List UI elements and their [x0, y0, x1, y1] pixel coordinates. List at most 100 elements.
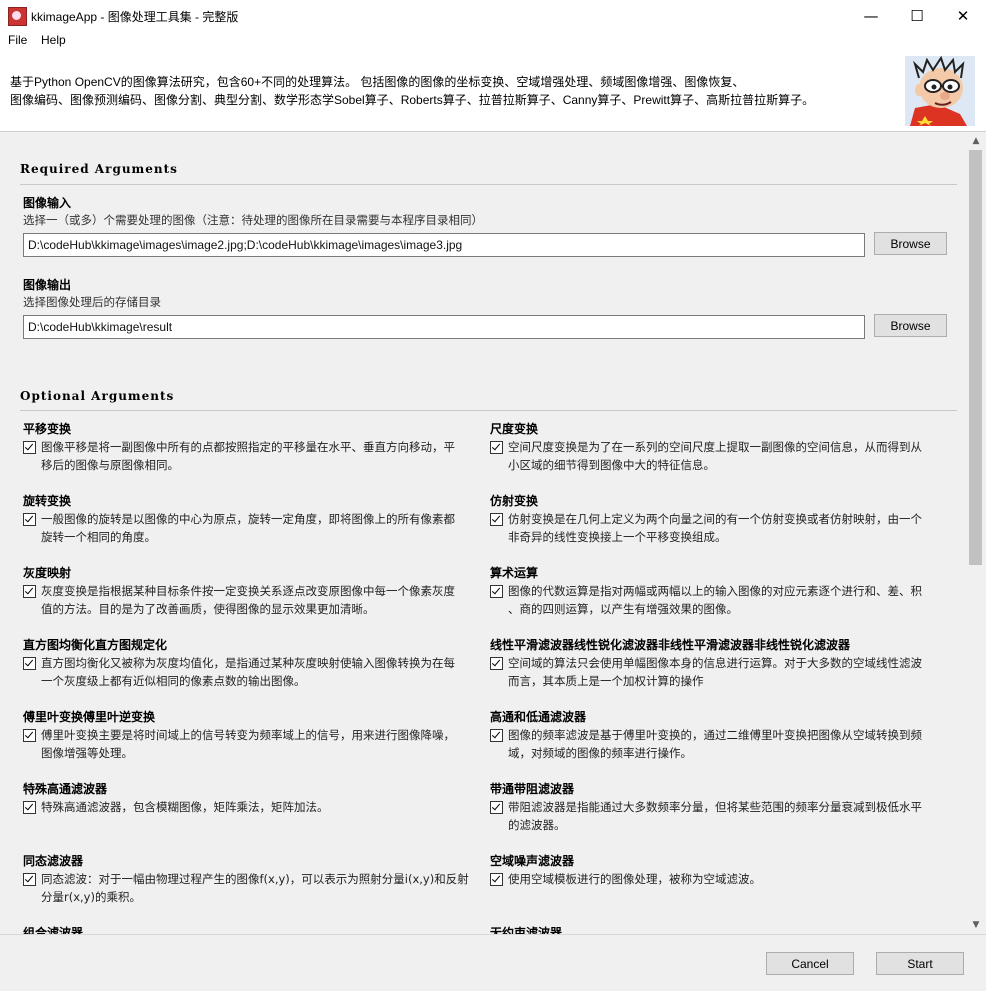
- option-desc-1: 空间域的算法只会使用单幅图像本身的信息进行运算。对于大多数的空域线性滤波: [508, 656, 922, 670]
- option-combined: 组合滤波器: [23, 924, 475, 934]
- option-title: 线性平滑滤波器线性锐化滤波器非线性平滑滤波器非线性锐化滤波器: [490, 638, 851, 652]
- option-title: 直方图均衡化直方图规定化: [23, 638, 168, 652]
- checkbox[interactable]: [23, 513, 36, 526]
- option-desc-1: 灰度变换是指根据某种目标条件按一定变换关系逐点改变原图像中每一个像素灰度: [41, 584, 455, 598]
- input-browse-button[interactable]: Browse: [874, 232, 947, 255]
- option-histogram: 直方图均衡化直方图规定化 直方图均衡化又被称为灰度均值化，是指通过某种灰度映射使…: [23, 636, 475, 690]
- menu-file[interactable]: File: [8, 33, 27, 47]
- title-bar: kkimageApp - 图像处理工具集 - 完整版 — ☐ ✕: [0, 0, 986, 31]
- option-arithmetic: 算术运算 图像的代数运算是指对两幅或两幅以上的输入图像的对应元素逐个进行和、差、…: [490, 564, 942, 618]
- checkbox[interactable]: [23, 801, 36, 814]
- option-desc-2: 、商的四则运算，以产生有增强效果的图像。: [508, 602, 738, 616]
- option-spatial-filters: 线性平滑滤波器线性锐化滤波器非线性平滑滤波器非线性锐化滤波器 空间域的算法只会使…: [490, 636, 942, 690]
- output-path-field[interactable]: D:\codeHub\kkimage\result: [23, 315, 865, 339]
- option-spatial-noise: 空域噪声滤波器 使用空域模板进行的图像处理，被称为空域滤波。: [490, 852, 942, 888]
- option-checkbox-row[interactable]: 使用空域模板进行的图像处理，被称为空域滤波。: [490, 870, 942, 888]
- option-desc-1: 直方图均衡化又被称为灰度均值化，是指通过某种灰度映射使输入图像转换为在每: [41, 656, 455, 670]
- option-checkbox-row[interactable]: 空间域的算法只会使用单幅图像本身的信息进行运算。对于大多数的空域线性滤波 而言，其…: [490, 654, 942, 690]
- output-help: 选择图像处理后的存储目录: [23, 295, 161, 309]
- option-homomorphic: 同态滤波器 同态滤波：对于一幅由物理过程产生的图像f(x,y)，可以表示为照射分…: [23, 852, 475, 906]
- option-title: 同态滤波器: [23, 854, 84, 868]
- option-desc-2: 旋转一个相同的角度。: [41, 530, 156, 544]
- option-desc-1: 一般图像的旋转是以图像的中心为原点，旋转一定角度，即将图像上的所有像素都: [41, 512, 455, 526]
- minimize-button[interactable]: —: [848, 0, 894, 31]
- checkbox[interactable]: [23, 585, 36, 598]
- option-desc-1: 傅里叶变换主要是将时间域上的信号转变为频率域上的信号，用来进行图像降噪，: [41, 728, 455, 742]
- cartoon-face-icon: [905, 56, 975, 126]
- option-checkbox-row[interactable]: 灰度变换是指根据某种目标条件按一定变换关系逐点改变原图像中每一个像素灰度 值的方法…: [23, 582, 475, 618]
- option-rotation: 旋转变换 一般图像的旋转是以图像的中心为原点，旋转一定角度，即将图像上的所有像素…: [23, 492, 475, 546]
- option-desc-2: 值的方法。目的是为了改善画质，使得图像的显示效果更加清晰。: [41, 602, 375, 616]
- output-browse-button[interactable]: Browse: [874, 314, 947, 337]
- cancel-button[interactable]: Cancel: [766, 952, 854, 975]
- description-text: 基于Python OpenCV的图像算法研究，包含60+不同的处理算法。 包括图…: [10, 73, 890, 109]
- option-checkbox-row[interactable]: 图像的频率滤波是基于傅里叶变换的，通过二维傅里叶变换把图像从空域转换到频 域，对频…: [490, 726, 942, 762]
- option-checkbox-row[interactable]: 一般图像的旋转是以图像的中心为原点，旋转一定角度，即将图像上的所有像素都 旋转一个…: [23, 510, 475, 546]
- input-path-field[interactable]: D:\codeHub\kkimage\images\image2.jpg;D:\…: [23, 233, 865, 257]
- option-title: 高通和低通滤波器: [490, 710, 587, 724]
- checkbox[interactable]: [490, 801, 503, 814]
- checkbox[interactable]: [23, 729, 36, 742]
- option-title: 组合滤波器: [23, 926, 84, 934]
- option-title: 傅里叶变换傅里叶逆变换: [23, 710, 156, 724]
- option-desc-1: 使用空域模板进行的图像处理，被称为空域滤波。: [508, 872, 761, 886]
- option-special-highpass: 特殊高通滤波器 特殊高通滤波器，包含模糊图像，矩阵乘法，矩阵加法。: [23, 780, 475, 816]
- option-title: 旋转变换: [23, 494, 72, 508]
- vertical-scrollbar[interactable]: ▲ ▼: [966, 132, 986, 934]
- option-bandpass: 带通带阻滤波器 带阻滤波器是指能通过大多数频率分量，但将某些范围的频率分量衰减到…: [490, 780, 942, 834]
- option-checkbox-row[interactable]: 图像平移是将一副图像中所有的点都按照指定的平移量在水平、垂直方向移动，平 移后的图…: [23, 438, 475, 474]
- checkbox[interactable]: [23, 657, 36, 670]
- option-translation: 平移变换 图像平移是将一副图像中所有的点都按照指定的平移量在水平、垂直方向移动，…: [23, 420, 475, 474]
- option-desc-1: 仿射变换是在几何上定义为两个向量之间的有一个仿射变换或者仿射映射，由一个: [508, 512, 922, 526]
- option-desc-2: 而言，其本质上是一个加权计算的操作: [508, 674, 704, 688]
- menu-help[interactable]: Help: [41, 33, 66, 47]
- checkbox[interactable]: [490, 729, 503, 742]
- checkbox[interactable]: [490, 441, 503, 454]
- option-desc-2: 图像增强等处理。: [41, 746, 133, 760]
- checkbox[interactable]: [490, 873, 503, 886]
- option-desc-1: 空间尺度变换是为了在一系列的空间尺度上提取一副图像的空间信息，从而得到从: [508, 440, 922, 454]
- close-button[interactable]: ✕: [940, 0, 986, 31]
- option-checkbox-row[interactable]: 仿射变换是在几何上定义为两个向量之间的有一个仿射变换或者仿射映射，由一个 非奇异的…: [490, 510, 942, 546]
- option-checkbox-row[interactable]: 带阻滤波器是指能通过大多数频率分量，但将某些范围的频率分量衰减到极低水平 的滤波器…: [490, 798, 942, 834]
- required-section-title: Required Arguments: [20, 162, 178, 176]
- option-checkbox-row[interactable]: 同态滤波：对于一幅由物理过程产生的图像f(x,y)，可以表示为照射分量i(x,y…: [23, 870, 475, 906]
- scroll-up-icon[interactable]: ▲: [966, 134, 986, 148]
- option-checkbox-row[interactable]: 特殊高通滤波器，包含模糊图像，矩阵乘法，矩阵加法。: [23, 798, 475, 816]
- option-title: 无约束滤波器: [490, 926, 563, 934]
- scroll-thumb[interactable]: [969, 150, 982, 565]
- app-icon: [8, 7, 27, 26]
- option-title: 灰度映射: [23, 566, 72, 580]
- option-title: 尺度变换: [490, 422, 539, 436]
- avatar-image: [905, 56, 975, 126]
- checkbox[interactable]: [490, 585, 503, 598]
- input-label: 图像输入: [23, 196, 72, 210]
- maximize-button[interactable]: ☐: [894, 0, 940, 31]
- option-checkbox-row[interactable]: 空间尺度变换是为了在一系列的空间尺度上提取一副图像的空间信息，从而得到从 小区域的…: [490, 438, 942, 474]
- start-button[interactable]: Start: [876, 952, 964, 975]
- option-desc-1: 图像的频率滤波是基于傅里叶变换的，通过二维傅里叶变换把图像从空域转换到频: [508, 728, 922, 742]
- form-content: Required Arguments 图像输入 选择一（或多）个需要处理的图像（…: [0, 132, 966, 934]
- option-desc-2: 域，对频域的图像的频率进行操作。: [508, 746, 692, 760]
- input-help: 选择一（或多）个需要处理的图像（注意：待处理的图像所在目录需要与本程序目录相同）: [23, 213, 483, 227]
- option-desc-1: 带阻滤波器是指能通过大多数频率分量，但将某些范围的频率分量衰减到极低水平: [508, 800, 922, 814]
- option-title: 特殊高通滤波器: [23, 782, 108, 796]
- option-desc-1: 图像平移是将一副图像中所有的点都按照指定的平移量在水平、垂直方向移动，平: [41, 440, 455, 454]
- checkbox[interactable]: [23, 441, 36, 454]
- optional-divider: [20, 410, 957, 411]
- option-checkbox-row[interactable]: 直方图均衡化又被称为灰度均值化，是指通过某种灰度映射使输入图像转换为在每 一个灰度…: [23, 654, 475, 690]
- option-affine: 仿射变换 仿射变换是在几何上定义为两个向量之间的有一个仿射变换或者仿射映射，由一…: [490, 492, 942, 546]
- description-header: 基于Python OpenCV的图像算法研究，包含60+不同的处理算法。 包括图…: [0, 51, 986, 132]
- option-desc-1: 同态滤波：对于一幅由物理过程产生的图像f(x,y)，可以表示为照射分量i(x,y…: [41, 872, 469, 886]
- option-desc-2: 小区域的细节得到图像中大的特征信息。: [508, 458, 715, 472]
- checkbox[interactable]: [490, 657, 503, 670]
- checkbox[interactable]: [490, 513, 503, 526]
- option-unconstrained: 无约束滤波器: [490, 924, 942, 934]
- option-checkbox-row[interactable]: 傅里叶变换主要是将时间域上的信号转变为频率域上的信号，用来进行图像降噪， 图像增强…: [23, 726, 475, 762]
- scroll-down-icon[interactable]: ▼: [966, 918, 986, 932]
- option-desc-2: 分量r(x,y)的乘积。: [41, 890, 141, 904]
- option-title: 空域噪声滤波器: [490, 854, 575, 868]
- option-checkbox-row[interactable]: 图像的代数运算是指对两幅或两幅以上的输入图像的对应元素逐个进行和、差、积 、商的四…: [490, 582, 942, 618]
- checkbox[interactable]: [23, 873, 36, 886]
- footer-bar: Cancel Start: [0, 934, 986, 991]
